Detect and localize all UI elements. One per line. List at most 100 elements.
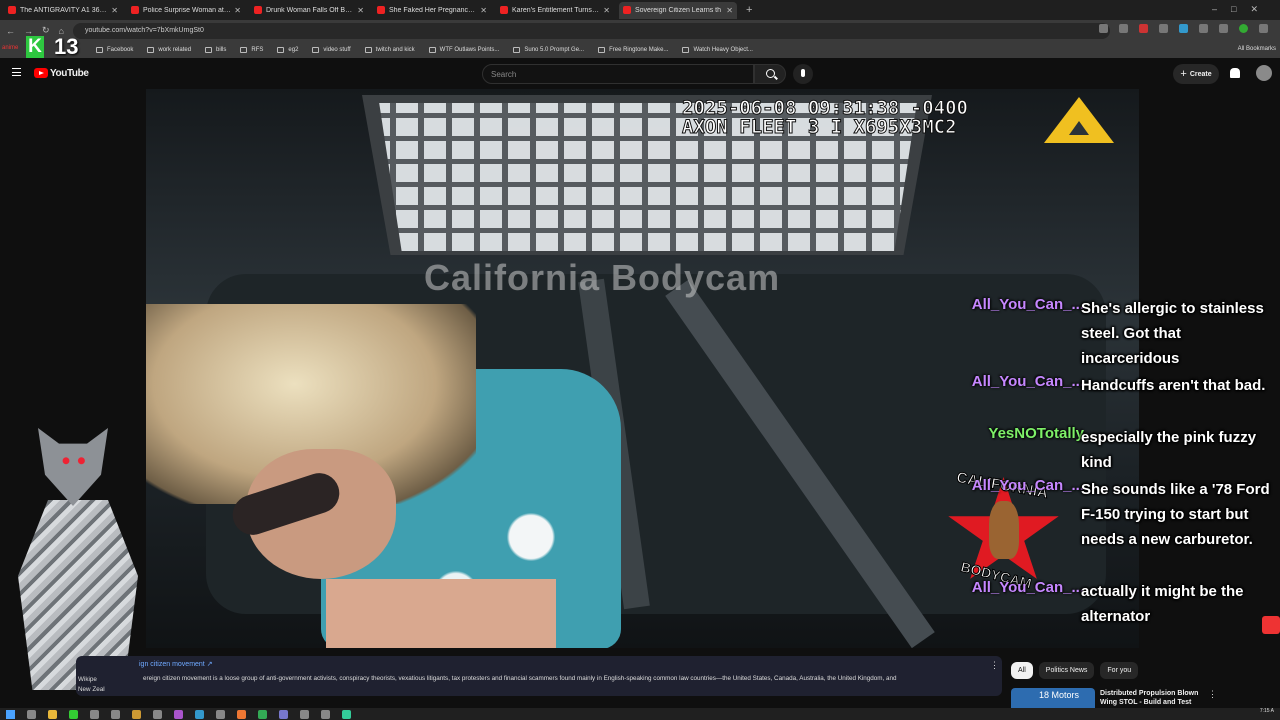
- app-icon[interactable]: [300, 709, 309, 719]
- browser-tab-bar: The ANTIGRAVITY A1 360-Deg✕ Police Surpri…: [0, 0, 1280, 20]
- bookmark-item[interactable]: twitch and kick: [364, 46, 415, 53]
- extension-icons[interactable]: [1099, 24, 1268, 33]
- youtube-favicon-icon: [377, 6, 385, 14]
- window-controls[interactable]: –□✕: [1212, 4, 1272, 15]
- folder-icon: [147, 46, 155, 53]
- video-player[interactable]: 2025-06-08 09:31:38 -0400 AXON FLEET 3 I …: [146, 89, 1139, 648]
- tab-label: Sovereign Citizen Learns th: [635, 6, 721, 14]
- tab-label: Police Surprise Woman at Hom: [143, 6, 232, 14]
- bookmark-item[interactable]: work related: [147, 46, 191, 53]
- filter-chip[interactable]: All: [1011, 662, 1033, 679]
- bookmark-label: Facebook: [107, 46, 134, 53]
- taskbar-clock[interactable]: 7:15 A: [1260, 709, 1274, 714]
- bookmark-item[interactable]: Free Ringtone Make...: [598, 46, 669, 53]
- app-icon[interactable]: [195, 709, 204, 719]
- app-icon[interactable]: [216, 709, 225, 719]
- youtube-logo-icon[interactable]: [34, 68, 48, 78]
- reload-icon[interactable]: ↻: [42, 25, 50, 36]
- folder-icon: [682, 46, 690, 53]
- sidepanel-icon[interactable]: [1219, 24, 1228, 33]
- bookmark-item[interactable]: bills: [205, 46, 227, 53]
- youtube-favicon-icon: [623, 6, 631, 14]
- bookmark-item[interactable]: Suno 5.0 Prompt Ge...: [513, 46, 585, 53]
- cast-icon[interactable]: [1099, 24, 1108, 33]
- browser-tab[interactable]: Karen's Entitlement Turns Traffi ✕: [496, 2, 614, 19]
- info-panel-title[interactable]: ign citizen movement ↗: [139, 660, 213, 668]
- browser-tab[interactable]: Sovereign Citizen Learns th ✕: [619, 1, 737, 19]
- browser-tab[interactable]: Police Surprise Woman at Hom ✕: [127, 2, 245, 19]
- bookmark-label: Free Ringtone Make...: [609, 46, 669, 53]
- voice-search-icon[interactable]: [793, 64, 813, 84]
- all-bookmarks-label: All Bookmarks: [1237, 46, 1276, 52]
- file-explorer-icon[interactable]: [48, 709, 57, 719]
- close-tab-icon[interactable]: ✕: [480, 6, 487, 15]
- info-panel-menu-icon[interactable]: ⋮: [990, 660, 999, 671]
- avatar[interactable]: [1256, 65, 1272, 81]
- back-icon[interactable]: ←: [6, 26, 15, 36]
- app-icon[interactable]: [153, 709, 162, 719]
- browser-tab[interactable]: Drunk Woman Falls Off Buildin ✕: [250, 2, 368, 19]
- bookmark-label: bills: [216, 46, 227, 53]
- folder-icon: [428, 46, 436, 53]
- app-icon[interactable]: [132, 709, 141, 719]
- bookmark-item[interactable]: video stuff: [312, 46, 351, 53]
- url-field[interactable]: youtube.com/watch?v=7bXmkUmgSt0: [72, 22, 1110, 39]
- app-icon[interactable]: [321, 709, 330, 719]
- puzzle-icon[interactable]: [1199, 24, 1208, 33]
- bookmark-item[interactable]: WTF Outlaws Points...: [428, 46, 499, 53]
- browser-tab[interactable]: She Faked Her Pregnancy & To✕: [373, 2, 491, 19]
- recommended-video-menu-icon[interactable]: ⋮: [1208, 689, 1217, 700]
- extension-icon[interactable]: [1179, 24, 1188, 33]
- close-tab-icon[interactable]: ✕: [726, 6, 733, 15]
- app-icon[interactable]: [90, 709, 99, 719]
- bookmark-item[interactable]: eg2: [277, 46, 298, 53]
- bookmark-item[interactable]: Facebook: [96, 46, 134, 53]
- youtube-favicon-icon: [254, 6, 262, 14]
- windows-taskbar: [0, 708, 1280, 720]
- browser-tab[interactable]: The ANTIGRAVITY A1 360-Deg✕: [4, 2, 122, 19]
- search-input[interactable]: Search: [482, 64, 754, 84]
- close-tab-icon[interactable]: ✕: [357, 6, 364, 15]
- app-icon[interactable]: [342, 709, 351, 719]
- filter-chip[interactable]: For you: [1100, 662, 1139, 679]
- bookmark-label: Suno 5.0 Prompt Ge...: [524, 46, 585, 53]
- search-icon[interactable]: [27, 709, 36, 719]
- app-icon[interactable]: [111, 709, 120, 719]
- anime-bookmark-label: anime: [2, 45, 19, 51]
- chrome-icon[interactable]: [258, 709, 267, 719]
- firefox-icon[interactable]: [237, 709, 246, 719]
- video-watermark: California Bodycam: [424, 257, 781, 298]
- tab-strip: The ANTIGRAVITY A1 360-Deg✕ Police Surpri…: [4, 1, 742, 19]
- notifications-bell-icon[interactable]: [1230, 68, 1240, 78]
- bookmark-item[interactable]: RFS: [240, 46, 263, 53]
- close-tab-icon[interactable]: ✕: [111, 6, 118, 15]
- close-tab-icon[interactable]: ✕: [603, 6, 610, 15]
- close-tab-icon[interactable]: ✕: [234, 6, 241, 15]
- overlay-side-icon: [1262, 616, 1280, 634]
- extension-icon[interactable]: [1139, 24, 1148, 33]
- app-icon[interactable]: [279, 709, 288, 719]
- extension-icon[interactable]: [1159, 24, 1168, 33]
- video-timestamp: 2025-06-08 09:31:38 -0400 AXON FLEET 3 I …: [682, 98, 969, 137]
- youtube-brand[interactable]: YouTube: [50, 68, 89, 79]
- create-button[interactable]: + Create: [1173, 64, 1219, 84]
- profile-icon[interactable]: [1239, 24, 1248, 33]
- bookmark-label: video stuff: [323, 46, 351, 53]
- star-icon[interactable]: [1119, 24, 1128, 33]
- filter-chip[interactable]: Politics News: [1038, 662, 1095, 679]
- knight-overlay: [0, 420, 150, 690]
- search-button[interactable]: [754, 64, 786, 84]
- new-tab-button[interactable]: +: [746, 4, 752, 16]
- chat-text: She sounds like a '78 Ford F-150 trying …: [1081, 481, 1270, 548]
- recommended-video-title[interactable]: Distributed Propulsion Blown Wing STOL -…: [1100, 689, 1210, 707]
- app-icon[interactable]: [69, 709, 78, 719]
- bookmark-item[interactable]: Watch Heavy Object...: [682, 46, 753, 53]
- windows-start-icon[interactable]: [6, 709, 15, 719]
- chat-text: actually it might be the alternator: [1081, 583, 1244, 625]
- kebab-menu-icon[interactable]: [1259, 24, 1268, 33]
- forward-icon[interactable]: →: [24, 26, 33, 36]
- app-icon[interactable]: [174, 709, 183, 719]
- bookmark-label: Watch Heavy Object...: [693, 46, 753, 53]
- hamburger-menu-icon[interactable]: [12, 68, 21, 76]
- all-bookmarks-button[interactable]: All Bookmarks: [1238, 46, 1276, 52]
